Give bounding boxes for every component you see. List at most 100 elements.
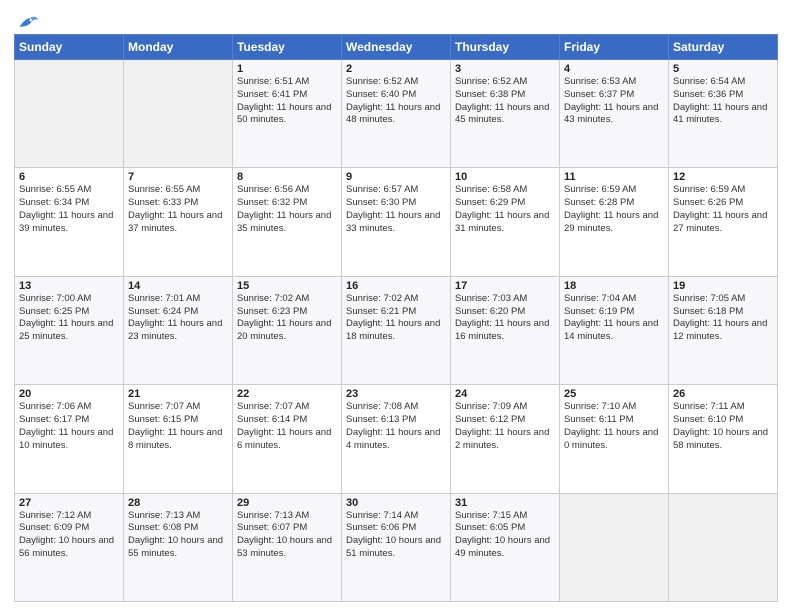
day-info: Sunrise: 7:04 AM Sunset: 6:19 PM Dayligh… — [564, 293, 664, 344]
day-header-saturday: Saturday — [669, 35, 778, 60]
day-info: Sunrise: 6:52 AM Sunset: 6:40 PM Dayligh… — [346, 76, 446, 127]
day-cell: 22Sunrise: 7:07 AM Sunset: 6:14 PM Dayli… — [233, 385, 342, 493]
day-cell — [560, 493, 669, 601]
day-number: 31 — [455, 497, 555, 509]
day-info: Sunrise: 7:03 AM Sunset: 6:20 PM Dayligh… — [455, 293, 555, 344]
day-info: Sunrise: 6:54 AM Sunset: 6:36 PM Dayligh… — [673, 76, 773, 127]
day-cell: 2Sunrise: 6:52 AM Sunset: 6:40 PM Daylig… — [342, 60, 451, 168]
day-cell: 12Sunrise: 6:59 AM Sunset: 6:26 PM Dayli… — [669, 168, 778, 276]
day-info: Sunrise: 7:02 AM Sunset: 6:21 PM Dayligh… — [346, 293, 446, 344]
day-number: 14 — [128, 280, 228, 292]
day-number: 2 — [346, 63, 446, 75]
day-cell — [669, 493, 778, 601]
day-info: Sunrise: 7:10 AM Sunset: 6:11 PM Dayligh… — [564, 401, 664, 452]
day-number: 8 — [237, 171, 337, 183]
day-cell — [124, 60, 233, 168]
day-header-tuesday: Tuesday — [233, 35, 342, 60]
header — [14, 10, 778, 30]
day-number: 1 — [237, 63, 337, 75]
day-number: 27 — [19, 497, 119, 509]
day-cell — [15, 60, 124, 168]
day-info: Sunrise: 7:15 AM Sunset: 6:05 PM Dayligh… — [455, 510, 555, 561]
logo-bird-icon — [16, 12, 38, 34]
day-cell: 13Sunrise: 7:00 AM Sunset: 6:25 PM Dayli… — [15, 276, 124, 384]
day-number: 10 — [455, 171, 555, 183]
day-info: Sunrise: 7:01 AM Sunset: 6:24 PM Dayligh… — [128, 293, 228, 344]
day-cell: 25Sunrise: 7:10 AM Sunset: 6:11 PM Dayli… — [560, 385, 669, 493]
day-cell: 24Sunrise: 7:09 AM Sunset: 6:12 PM Dayli… — [451, 385, 560, 493]
day-cell: 29Sunrise: 7:13 AM Sunset: 6:07 PM Dayli… — [233, 493, 342, 601]
day-cell: 15Sunrise: 7:02 AM Sunset: 6:23 PM Dayli… — [233, 276, 342, 384]
day-number: 25 — [564, 388, 664, 400]
day-info: Sunrise: 6:53 AM Sunset: 6:37 PM Dayligh… — [564, 76, 664, 127]
day-header-friday: Friday — [560, 35, 669, 60]
day-cell: 28Sunrise: 7:13 AM Sunset: 6:08 PM Dayli… — [124, 493, 233, 601]
day-cell: 3Sunrise: 6:52 AM Sunset: 6:38 PM Daylig… — [451, 60, 560, 168]
day-info: Sunrise: 6:57 AM Sunset: 6:30 PM Dayligh… — [346, 184, 446, 235]
day-cell: 4Sunrise: 6:53 AM Sunset: 6:37 PM Daylig… — [560, 60, 669, 168]
day-number: 9 — [346, 171, 446, 183]
day-number: 16 — [346, 280, 446, 292]
day-cell: 21Sunrise: 7:07 AM Sunset: 6:15 PM Dayli… — [124, 385, 233, 493]
day-cell: 7Sunrise: 6:55 AM Sunset: 6:33 PM Daylig… — [124, 168, 233, 276]
day-cell: 1Sunrise: 6:51 AM Sunset: 6:41 PM Daylig… — [233, 60, 342, 168]
day-number: 29 — [237, 497, 337, 509]
day-number: 7 — [128, 171, 228, 183]
day-info: Sunrise: 6:55 AM Sunset: 6:34 PM Dayligh… — [19, 184, 119, 235]
day-number: 21 — [128, 388, 228, 400]
day-info: Sunrise: 7:07 AM Sunset: 6:15 PM Dayligh… — [128, 401, 228, 452]
page: SundayMondayTuesdayWednesdayThursdayFrid… — [0, 0, 792, 612]
day-info: Sunrise: 7:05 AM Sunset: 6:18 PM Dayligh… — [673, 293, 773, 344]
day-info: Sunrise: 7:02 AM Sunset: 6:23 PM Dayligh… — [237, 293, 337, 344]
day-number: 22 — [237, 388, 337, 400]
day-cell: 5Sunrise: 6:54 AM Sunset: 6:36 PM Daylig… — [669, 60, 778, 168]
day-number: 28 — [128, 497, 228, 509]
day-cell: 31Sunrise: 7:15 AM Sunset: 6:05 PM Dayli… — [451, 493, 560, 601]
logo — [14, 14, 38, 30]
day-number: 18 — [564, 280, 664, 292]
day-cell: 16Sunrise: 7:02 AM Sunset: 6:21 PM Dayli… — [342, 276, 451, 384]
day-header-monday: Monday — [124, 35, 233, 60]
week-row-3: 20Sunrise: 7:06 AM Sunset: 6:17 PM Dayli… — [15, 385, 778, 493]
day-info: Sunrise: 6:52 AM Sunset: 6:38 PM Dayligh… — [455, 76, 555, 127]
day-info: Sunrise: 6:55 AM Sunset: 6:33 PM Dayligh… — [128, 184, 228, 235]
day-info: Sunrise: 7:13 AM Sunset: 6:08 PM Dayligh… — [128, 510, 228, 561]
day-number: 5 — [673, 63, 773, 75]
day-number: 19 — [673, 280, 773, 292]
day-cell: 27Sunrise: 7:12 AM Sunset: 6:09 PM Dayli… — [15, 493, 124, 601]
day-number: 4 — [564, 63, 664, 75]
day-info: Sunrise: 7:08 AM Sunset: 6:13 PM Dayligh… — [346, 401, 446, 452]
day-headers-row: SundayMondayTuesdayWednesdayThursdayFrid… — [15, 35, 778, 60]
day-cell: 23Sunrise: 7:08 AM Sunset: 6:13 PM Dayli… — [342, 385, 451, 493]
day-info: Sunrise: 7:11 AM Sunset: 6:10 PM Dayligh… — [673, 401, 773, 452]
day-cell: 14Sunrise: 7:01 AM Sunset: 6:24 PM Dayli… — [124, 276, 233, 384]
day-number: 11 — [564, 171, 664, 183]
day-info: Sunrise: 7:00 AM Sunset: 6:25 PM Dayligh… — [19, 293, 119, 344]
week-row-1: 6Sunrise: 6:55 AM Sunset: 6:34 PM Daylig… — [15, 168, 778, 276]
day-info: Sunrise: 6:56 AM Sunset: 6:32 PM Dayligh… — [237, 184, 337, 235]
day-cell: 17Sunrise: 7:03 AM Sunset: 6:20 PM Dayli… — [451, 276, 560, 384]
day-info: Sunrise: 7:13 AM Sunset: 6:07 PM Dayligh… — [237, 510, 337, 561]
day-info: Sunrise: 7:06 AM Sunset: 6:17 PM Dayligh… — [19, 401, 119, 452]
week-row-2: 13Sunrise: 7:00 AM Sunset: 6:25 PM Dayli… — [15, 276, 778, 384]
day-number: 26 — [673, 388, 773, 400]
day-number: 17 — [455, 280, 555, 292]
day-header-wednesday: Wednesday — [342, 35, 451, 60]
day-cell: 20Sunrise: 7:06 AM Sunset: 6:17 PM Dayli… — [15, 385, 124, 493]
day-number: 23 — [346, 388, 446, 400]
day-number: 12 — [673, 171, 773, 183]
day-info: Sunrise: 6:59 AM Sunset: 6:26 PM Dayligh… — [673, 184, 773, 235]
day-number: 3 — [455, 63, 555, 75]
calendar: SundayMondayTuesdayWednesdayThursdayFrid… — [14, 34, 778, 602]
day-number: 30 — [346, 497, 446, 509]
day-info: Sunrise: 6:58 AM Sunset: 6:29 PM Dayligh… — [455, 184, 555, 235]
week-row-0: 1Sunrise: 6:51 AM Sunset: 6:41 PM Daylig… — [15, 60, 778, 168]
day-number: 13 — [19, 280, 119, 292]
day-cell: 11Sunrise: 6:59 AM Sunset: 6:28 PM Dayli… — [560, 168, 669, 276]
day-cell: 30Sunrise: 7:14 AM Sunset: 6:06 PM Dayli… — [342, 493, 451, 601]
week-row-4: 27Sunrise: 7:12 AM Sunset: 6:09 PM Dayli… — [15, 493, 778, 601]
day-cell: 10Sunrise: 6:58 AM Sunset: 6:29 PM Dayli… — [451, 168, 560, 276]
day-number: 24 — [455, 388, 555, 400]
day-number: 6 — [19, 171, 119, 183]
day-cell: 6Sunrise: 6:55 AM Sunset: 6:34 PM Daylig… — [15, 168, 124, 276]
